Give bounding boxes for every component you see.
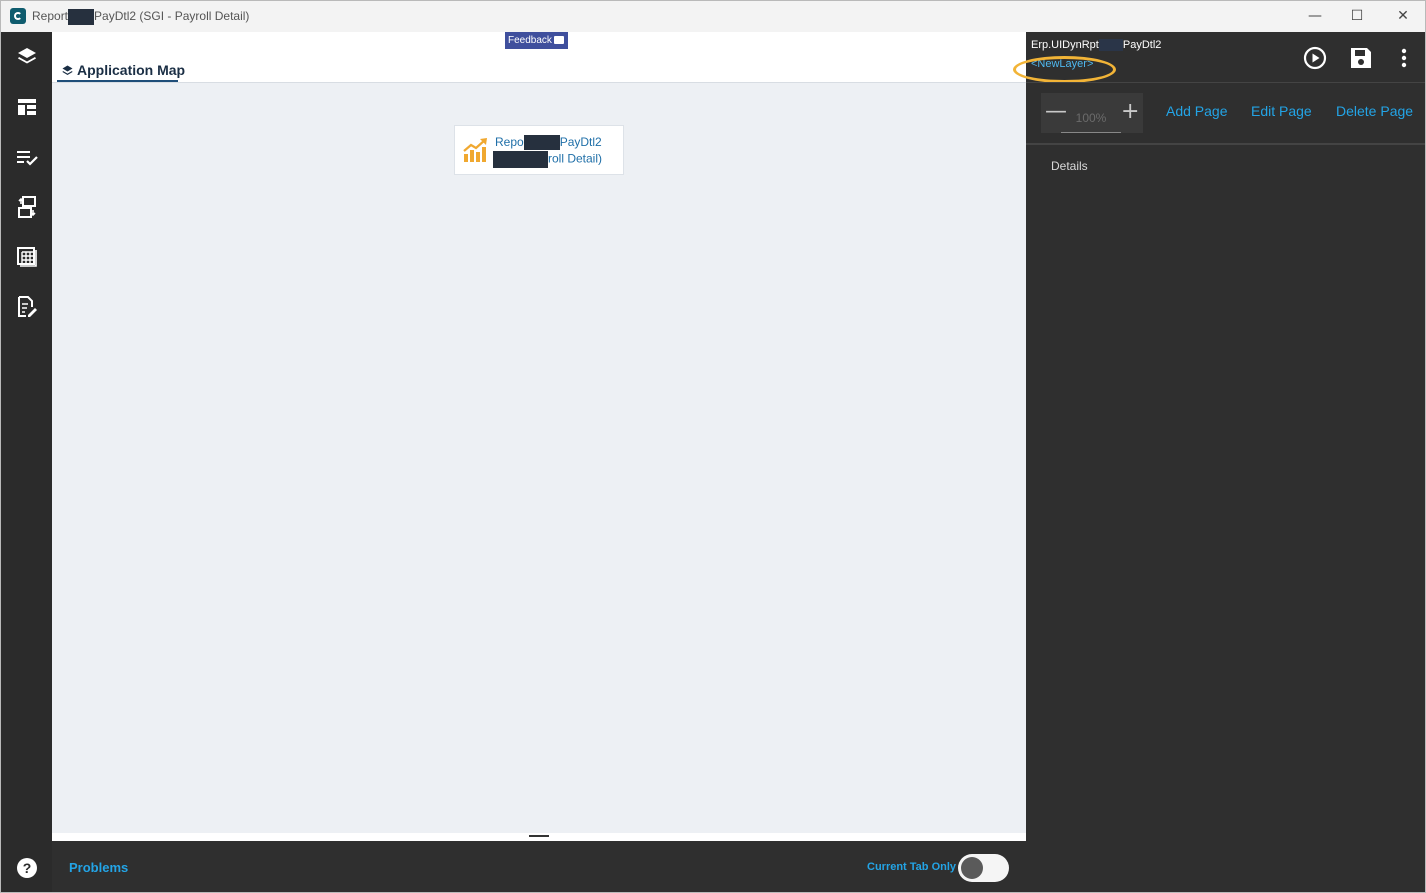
more-options-icon[interactable] [1392,46,1416,70]
problems-tab[interactable]: Problems [69,860,128,875]
add-page-button[interactable]: Add Page [1166,103,1228,119]
panel-divider [1026,82,1425,83]
edit-document-icon[interactable] [14,294,40,320]
redaction-block [1098,39,1123,52]
current-tab-only-label: Current Tab Only [867,861,957,873]
panel-divider [1026,143,1425,145]
main-area: Feedback Application Map Repo PayDtl2 ro… [52,32,1026,892]
redaction-block [493,151,548,168]
edit-page-button[interactable]: Edit Page [1251,103,1312,119]
feedback-icon [554,36,564,44]
save-icon[interactable] [1349,46,1373,70]
redaction-block [68,9,95,25]
zoom-in-button[interactable]: + [1121,101,1139,123]
grid-table-icon[interactable] [14,244,40,270]
report-node-title-prefix: Repo [495,135,524,149]
current-tab-only-toggle[interactable] [958,854,1009,882]
details-section-label: Details [1051,159,1088,173]
panel-resize-handle[interactable] [529,835,549,837]
maximize-button[interactable]: ☐ [1334,1,1380,32]
layer-path-prefix: Erp.UIDynRpt [1031,39,1099,51]
annotation-highlight-ellipse [1013,56,1116,83]
delete-page-button[interactable]: Delete Page [1336,103,1413,119]
zoom-level-input[interactable] [1061,103,1121,133]
feedback-label: Feedback [508,35,552,46]
run-preview-icon[interactable] [1303,46,1327,70]
application-map-canvas[interactable]: Repo PayDtl2 roll Detail) [52,83,1026,833]
problems-bar: Problems Current Tab Only [52,841,1026,892]
layer-path-title: Erp.UIDynRpt PayDtl2 [1031,39,1162,52]
title-bar: Report PayDtl2 (SGI - Payroll Detail) — ☐… [1,1,1425,32]
report-node-title: Repo PayDtl2 [495,135,602,151]
list-check-icon[interactable] [14,144,40,170]
feedback-button[interactable]: Feedback [505,32,568,49]
tab-application-map-label: Application Map [77,62,186,78]
properties-panel: Erp.UIDynRptPayDtl2 <NewLayer> — + Add P… [1013,32,1425,892]
trending-chart-icon [463,138,487,162]
layer-path-suffix: PayDtl2 [1122,39,1162,51]
layout-icon[interactable] [14,94,40,120]
window-title: Report PayDtl2 (SGI - Payroll Detail) [32,9,249,25]
close-button[interactable]: ✕ [1380,1,1425,32]
layers-small-icon [62,65,73,75]
minimize-button[interactable]: — [1292,1,1338,32]
layers-icon[interactable] [14,44,40,70]
report-node-title-suffix: PayDtl2 [559,135,602,149]
left-nav-rail: ? [1,32,52,892]
report-node[interactable]: Repo PayDtl2 roll Detail) [454,125,624,175]
redaction-block [523,135,560,151]
zoom-control: — + [1041,93,1143,133]
app-logo-icon [10,8,26,24]
transfer-icon[interactable] [14,194,40,220]
report-node-subtitle-suffix: roll Detail) [548,151,603,166]
tab-application-map[interactable]: Application Map [57,58,190,82]
help-icon[interactable]: ? [17,858,37,878]
app-window: Report PayDtl2 (SGI - Payroll Detail) — ☐… [0,0,1426,893]
window-title-suffix: PayDtl2 (SGI - Payroll Detail) [94,9,250,24]
window-title-prefix: Report [32,9,69,24]
toggle-knob [961,857,983,879]
report-node-subtitle: roll Detail) [493,151,602,168]
